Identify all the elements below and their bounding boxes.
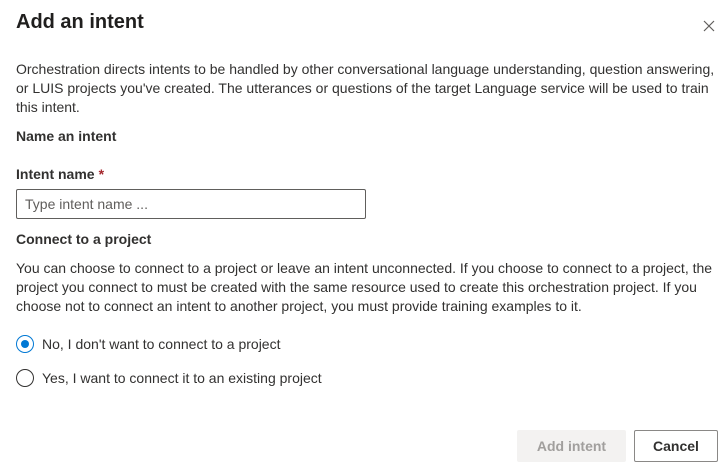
name-intent-heading: Name an intent xyxy=(16,128,117,144)
required-asterisk: * xyxy=(98,166,105,182)
add-intent-button[interactable]: Add intent xyxy=(517,430,626,462)
dialog-title: Add an intent xyxy=(16,11,144,33)
close-button[interactable] xyxy=(697,14,721,38)
connect-project-description: You can choose to connect to a project o… xyxy=(16,260,713,314)
intent-name-label: Intent name * xyxy=(16,166,104,182)
cancel-button[interactable]: Cancel xyxy=(634,430,718,462)
dialog-description: Orchestration directs intents to be hand… xyxy=(16,61,715,115)
close-icon[interactable] xyxy=(697,14,721,38)
add-intent-dialog: Add an intent Orchestration directs inte… xyxy=(0,0,726,468)
radio-button-unselected[interactable] xyxy=(16,369,34,387)
radio-option-label: No, I don't want to connect to a project xyxy=(42,336,281,352)
intent-name-label-text: Intent name xyxy=(16,166,95,182)
connect-project-heading: Connect to a project xyxy=(16,231,152,247)
radio-option-label: Yes, I want to connect it to an existing… xyxy=(42,370,322,386)
radio-button-selected[interactable] xyxy=(16,335,34,353)
radio-option-no-connect[interactable]: No, I don't want to connect to a project xyxy=(16,335,280,353)
intent-name-input[interactable] xyxy=(16,189,366,219)
radio-option-connect-existing[interactable]: Yes, I want to connect it to an existing… xyxy=(16,369,322,387)
